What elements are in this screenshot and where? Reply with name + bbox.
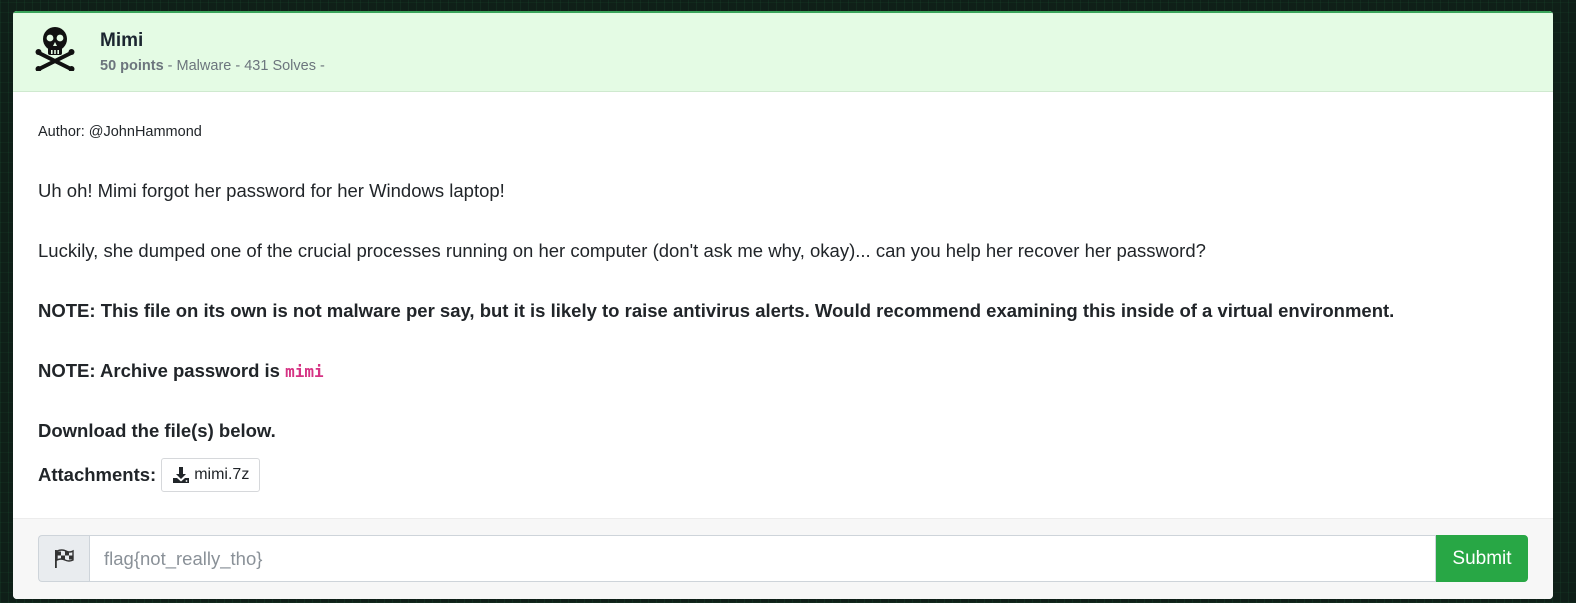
challenge-card: Mimi 50 points - Malware - 431 Solves - …: [13, 11, 1553, 599]
challenge-points: 50 points: [100, 58, 164, 74]
attachment-filename: mimi.7z: [194, 466, 250, 483]
flag-input-group: Submit: [38, 535, 1528, 582]
skull-crossbones-icon: [35, 27, 75, 71]
attachments-label: Attachments:: [38, 464, 157, 485]
challenge-meta: 50 points - Malware - 431 Solves -: [100, 58, 325, 74]
description-note: NOTE: This file on its own is not malwar…: [38, 300, 1395, 321]
description-paragraph: Uh oh! Mimi forgot her password for her …: [38, 180, 505, 201]
download-icon: [173, 467, 190, 483]
checkered-flag-icon: [55, 548, 74, 568]
challenge-title: Mimi: [100, 30, 144, 51]
description-note-password: NOTE: Archive password is mimi: [38, 360, 324, 382]
note-password-label: NOTE: Archive password is: [38, 360, 286, 381]
archive-password-code: mimi: [285, 362, 324, 381]
download-instruction: Download the file(s) below.: [38, 420, 276, 441]
attachments-row: Attachments: mimi.7z: [38, 457, 261, 493]
challenge-header: Mimi 50 points - Malware - 431 Solves -: [13, 11, 1553, 92]
challenge-category-solves: - Malware - 431 Solves -: [163, 58, 325, 74]
flag-submission-footer: Submit: [13, 518, 1553, 599]
submit-button[interactable]: Submit: [1436, 535, 1528, 582]
flag-input[interactable]: [89, 535, 1436, 582]
challenge-author: Author: @JohnHammond: [38, 124, 202, 140]
description-paragraph: Luckily, she dumped one of the crucial p…: [38, 240, 1206, 261]
flag-prefix: [38, 535, 89, 582]
attachment-download-button[interactable]: mimi.7z: [161, 458, 261, 492]
